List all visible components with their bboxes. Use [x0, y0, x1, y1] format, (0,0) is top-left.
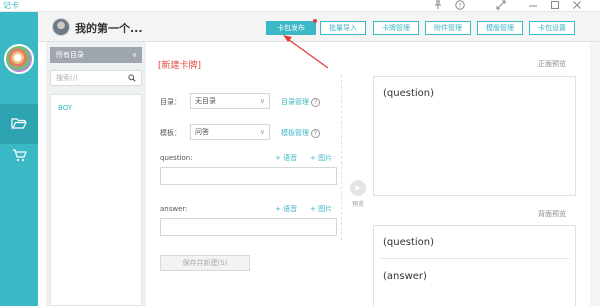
template-manage-button[interactable]: 模版管理 [477, 21, 523, 35]
template-dropdown[interactable]: 问答 ∨ [190, 124, 270, 140]
front-preview-label: 正面预览 [538, 60, 566, 68]
back-preview-question: (question) [383, 237, 435, 248]
preview-divider [380, 258, 570, 259]
batch-import-button[interactable]: 批量导入 [320, 21, 366, 35]
rail-item-store[interactable] [0, 136, 38, 176]
directory-select-label: 所有目录 [56, 51, 84, 59]
question-add-image-link[interactable]: + 图片 [310, 153, 332, 163]
directory-select[interactable]: 所有目录 ∨ [50, 47, 142, 63]
form-heading: [新建卡牌] [158, 61, 202, 71]
left-rail [0, 12, 38, 306]
template-label: 模板： [160, 129, 181, 137]
app-name: 记卡 [3, 1, 19, 10]
template-manage-label: 模板管理 [281, 129, 309, 137]
back-preview: (question) (answer) [373, 225, 576, 306]
front-preview-text: (question) [383, 88, 435, 99]
play-preview-icon[interactable]: ▶ [350, 180, 366, 196]
directory-dropdown[interactable]: 无目录 ∨ [190, 93, 270, 109]
card-manage-button[interactable]: 卡牌管理 [373, 21, 419, 35]
answer-add-voice-link[interactable]: + 语音 [275, 204, 297, 214]
search-icon[interactable] [128, 71, 136, 87]
chevron-down-icon: ∨ [131, 51, 137, 59]
directory-value: 无目录 [195, 97, 216, 105]
template-value: 问答 [195, 128, 209, 136]
folder-icon [11, 117, 27, 132]
list-item[interactable]: BOY [58, 104, 72, 112]
directory-list: BOY [50, 94, 142, 306]
deck-title: 我的第一个... [75, 22, 143, 35]
save-and-new-button[interactable]: 保存并新建(S) [160, 255, 250, 271]
directory-manage-link[interactable]: 目录管理? [281, 97, 320, 107]
question-label: question: [160, 154, 193, 162]
question-input[interactable] [160, 167, 337, 185]
deck-settings-button[interactable]: 卡包设置 [529, 21, 575, 35]
back-preview-answer: (answer) [383, 271, 427, 282]
answer-label: answer: [160, 205, 188, 213]
publish-deck-button[interactable]: 卡包发布 [266, 21, 316, 35]
help-icon[interactable]: ? [311, 128, 320, 138]
front-preview: (question) [373, 76, 576, 196]
directory-label: 目录： [160, 98, 181, 106]
notification-dot [313, 19, 317, 23]
vertical-divider [341, 75, 342, 240]
deck-avatar [52, 18, 70, 36]
template-manage-link[interactable]: 模板管理? [281, 128, 320, 138]
directory-search-input[interactable]: 搜索(/) [50, 70, 142, 86]
user-avatar[interactable] [4, 44, 34, 74]
question-add-voice-link[interactable]: + 语音 [275, 153, 297, 163]
chevron-down-icon: ∨ [259, 97, 265, 105]
directory-manage-label: 目录管理 [281, 98, 309, 106]
answer-input[interactable] [160, 218, 337, 236]
answer-add-image-link[interactable]: + 图片 [310, 204, 332, 214]
help-icon[interactable]: ? [311, 97, 320, 107]
attachment-manage-button[interactable]: 附件管理 [425, 21, 471, 35]
cart-icon [12, 148, 27, 164]
directory-panel: 所有目录 ∨ 搜索(/) BOY [46, 42, 146, 306]
right-edge-panel [590, 42, 600, 306]
preview-toggle-label: 预览 [352, 201, 365, 208]
title-bar: 记卡 ? [0, 0, 600, 12]
svg-text:?: ? [458, 3, 461, 10]
card-form: [新建卡牌] 目录： 无目录 ∨ 目录管理? 模板： 问答 ∨ 模板管理? qu… [150, 42, 350, 306]
back-preview-label: 背面预览 [538, 210, 566, 218]
search-placeholder: 搜索(/) [56, 74, 78, 82]
chevron-down-icon: ∨ [259, 128, 265, 136]
